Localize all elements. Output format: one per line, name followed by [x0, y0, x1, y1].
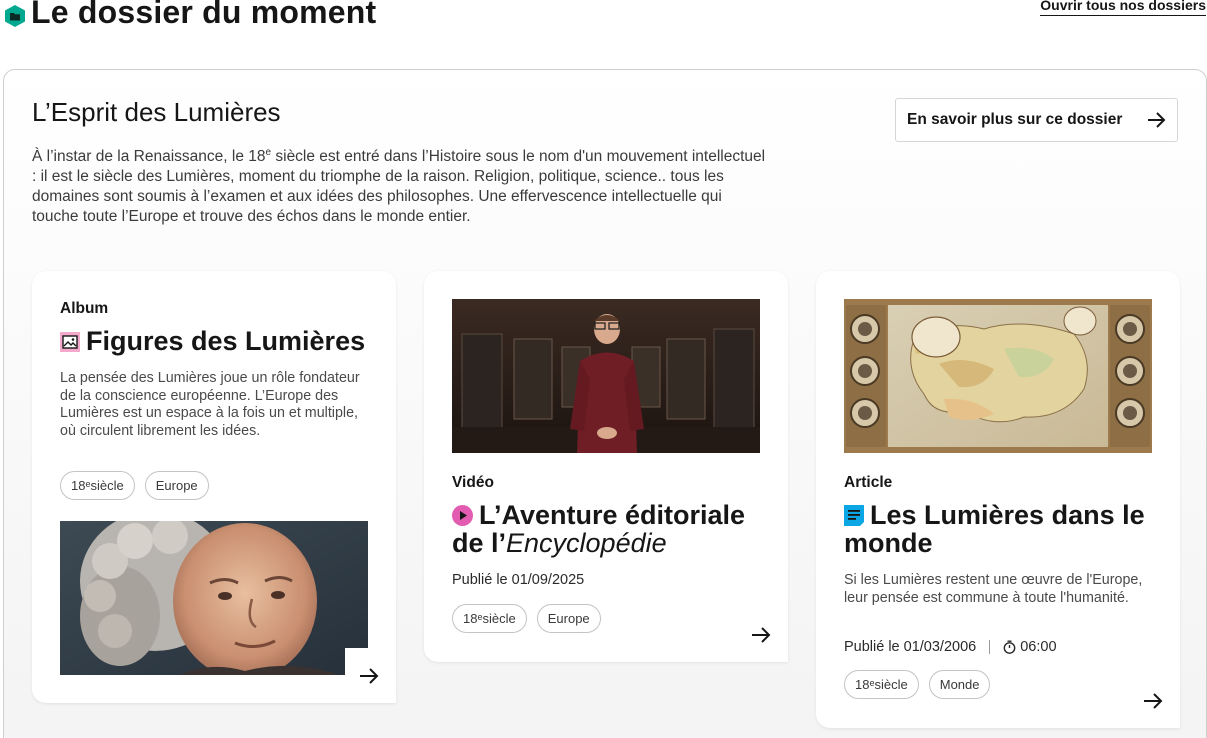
card-description: La pensée des Lumières joue un rôle fond… [60, 370, 360, 439]
tag-century[interactable]: 18 e siècle [452, 604, 527, 633]
portrait-painting-image [60, 521, 368, 675]
tag-region[interactable]: Europe [536, 604, 601, 633]
tag-century[interactable]: 18 e siècle [844, 670, 919, 699]
card-type-label: Article [844, 474, 893, 491]
card-tags: 18 e siècle Europe [452, 604, 601, 633]
folder-hexagon-icon [5, 5, 25, 27]
card-type-label: Vidéo [452, 474, 494, 491]
card-description: Si les Lumières restent une œuvre de l'E… [844, 572, 1143, 606]
arrow-right-icon[interactable] [751, 626, 773, 644]
video-play-icon [452, 505, 473, 526]
open-all-dossiers-link[interactable]: Ouvrir tous nos dossiers [1040, 0, 1206, 16]
album-icon [60, 332, 80, 352]
card-article[interactable]: Article Les Lumières dans le monde Si le… [816, 271, 1180, 728]
stopwatch-icon [1003, 640, 1016, 654]
card-album[interactable]: Album Figures des Lumières La pensée des… [32, 271, 396, 703]
learn-more-button[interactable]: En savoir plus sur ce dossier [895, 98, 1178, 142]
tag-region[interactable]: Monde [928, 670, 991, 699]
section-title: Le dossier du moment [31, 0, 377, 30]
dossier-title: L’Esprit des Lumières [32, 97, 281, 127]
tag-region[interactable]: Europe [144, 471, 209, 500]
card-title: Les Lumières dans le monde [844, 500, 1145, 558]
antique-map-image [844, 299, 1152, 453]
dossier-description: À l’instar de la Renaissance, le 18e siè… [32, 147, 766, 226]
publish-date: Publié le 01/03/2006 [844, 639, 977, 655]
publish-date: Publié le 01/09/2025 [452, 572, 585, 588]
card-video[interactable]: Vidéo L’Aventure éditoriale de l’Encyclo… [424, 271, 788, 662]
article-icon [844, 505, 864, 526]
card-title: L’Aventure éditoriale de l’Encyclopédie [452, 500, 746, 558]
video-thumbnail-image[interactable] [452, 299, 760, 453]
section-header: Le dossier du moment Ouvrir tous nos dos… [0, 0, 1207, 40]
article-meta: Publié le 01/03/2006 06:00 [844, 639, 1057, 655]
arrow-right-icon[interactable] [359, 667, 381, 685]
reading-time: 06:00 [1020, 639, 1057, 655]
arrow-right-icon [1148, 112, 1166, 128]
arrow-right-icon[interactable] [1143, 692, 1165, 710]
meta-divider [989, 640, 991, 654]
card-tags: 18 e siècle Europe [60, 471, 209, 500]
card-type-label: Album [60, 300, 109, 317]
card-title: Figures des Lumières [60, 327, 380, 355]
tag-century[interactable]: 18 e siècle [60, 471, 135, 500]
card-tags: 18 e siècle Monde [844, 670, 991, 699]
learn-more-label: En savoir plus sur ce dossier [907, 111, 1123, 128]
